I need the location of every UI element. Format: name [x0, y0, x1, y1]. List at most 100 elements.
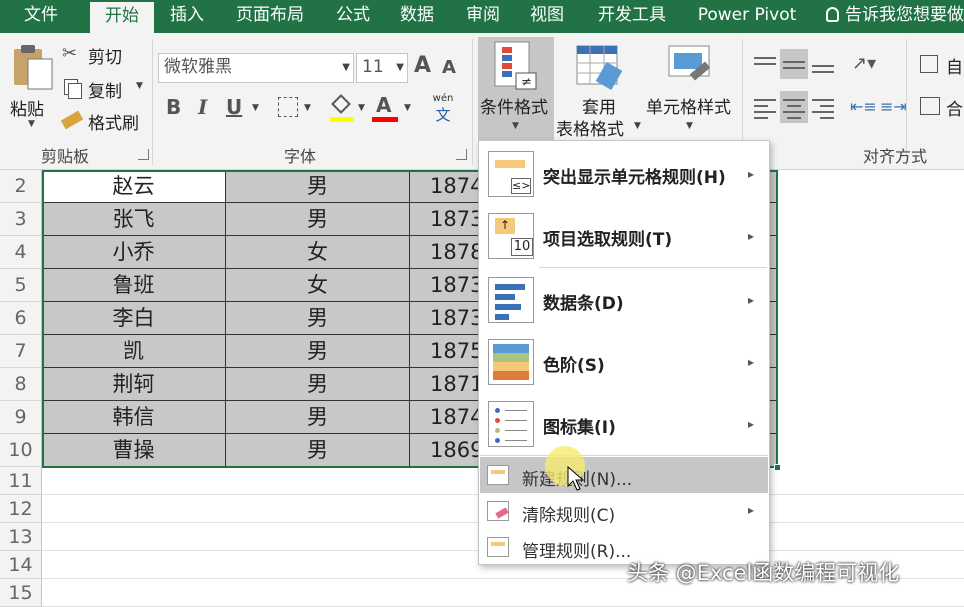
italic-button[interactable]: I — [198, 95, 207, 119]
cell-name[interactable]: 赵云 — [42, 170, 226, 203]
menu-item-highlight-rules[interactable]: ≤> 突出显示单元格规则(H) ▸ — [480, 143, 768, 205]
format-as-table-button[interactable]: 套用 表格格式 ▼ — [556, 41, 642, 141]
cell-name[interactable]: 荆轲 — [42, 368, 226, 401]
menu-item-new-rule[interactable]: 新建规则(N)... — [480, 457, 768, 493]
cell-gender[interactable]: 男 — [226, 302, 410, 335]
underline-dropdown-icon[interactable]: ▼ — [252, 103, 259, 113]
tab-home[interactable]: 开始 — [90, 2, 154, 33]
cell-gender[interactable]: 男 — [226, 335, 410, 368]
tab-file[interactable]: 文件 — [10, 0, 72, 33]
phonetic-pinyin: wén — [432, 93, 454, 104]
align-middle-icon[interactable] — [780, 49, 808, 79]
tab-insert[interactable]: 插入 — [158, 0, 216, 33]
row-header[interactable]: 2 — [0, 170, 42, 203]
cell-name[interactable]: 鲁班 — [42, 269, 226, 302]
tab-formulas[interactable]: 公式 — [324, 0, 382, 33]
font-name-select[interactable]: 微软雅黑 ▼ — [158, 53, 354, 83]
chevron-right-icon: ▸ — [748, 355, 755, 369]
row-header[interactable]: 3 — [0, 203, 42, 236]
tab-power-pivot[interactable]: Power Pivot — [690, 0, 804, 33]
row-header[interactable]: 7 — [0, 335, 42, 368]
font-size-value: 11 — [362, 57, 384, 77]
format-painter-button[interactable]: 格式刷 — [60, 109, 152, 134]
menu-item-clear-rules[interactable]: 清除规则(C) ▸ — [480, 493, 768, 529]
cell-gender[interactable]: 女 — [226, 269, 410, 302]
cell-gender[interactable]: 男 — [226, 368, 410, 401]
bold-button[interactable]: B — [166, 95, 181, 119]
copy-button[interactable]: 复制 ▼ — [62, 77, 152, 102]
font-launcher-icon[interactable] — [456, 149, 467, 160]
row-header[interactable]: 11 — [0, 467, 42, 495]
conditional-format-button[interactable]: ≠ 条件格式 ▼ — [478, 37, 554, 141]
cut-button[interactable]: ✂ 剪切 — [62, 43, 152, 68]
align-center-icon[interactable] — [780, 91, 808, 123]
row-header[interactable]: 9 — [0, 401, 42, 434]
cell-name[interactable]: 凯 — [42, 335, 226, 368]
shrink-font-button[interactable]: A — [442, 57, 456, 78]
row-header[interactable]: 6 — [0, 302, 42, 335]
row-header[interactable]: 15 — [0, 579, 42, 607]
orientation-icon[interactable]: ↗▾ — [852, 53, 876, 74]
cell-gender[interactable]: 男 — [226, 401, 410, 434]
paint-bucket-icon — [331, 94, 351, 114]
paste-button[interactable]: 粘贴 ▼ — [8, 39, 54, 129]
merge-center-button[interactable]: 合 — [920, 95, 964, 120]
row-header[interactable]: 13 — [0, 523, 42, 551]
phonetic-button[interactable]: wén 文 — [428, 93, 458, 124]
cell-name[interactable]: 韩信 — [42, 401, 226, 434]
menu-item-icon-sets[interactable]: 图标集(I) ▸ — [480, 393, 768, 455]
cell-name[interactable]: 张飞 — [42, 203, 226, 236]
align-right-icon[interactable] — [810, 95, 836, 121]
cell-gender[interactable]: 女 — [226, 236, 410, 269]
font-size-select[interactable]: 11 ▼ — [356, 53, 408, 83]
decrease-indent-icon[interactable]: ⇤≡ — [850, 97, 877, 116]
row-header[interactable]: 5 — [0, 269, 42, 302]
tab-page-layout[interactable]: 页面布局 — [226, 0, 314, 33]
menu-item-data-bars[interactable]: 数据条(D) ▸ — [480, 269, 768, 331]
border-icon[interactable] — [278, 97, 298, 117]
wrap-text-label: 自 — [946, 58, 963, 78]
cell-name[interactable]: 小乔 — [42, 236, 226, 269]
fill-handle[interactable] — [774, 464, 781, 471]
menu-item-color-scales[interactable]: 色阶(S) ▸ — [480, 331, 768, 393]
tell-me-search[interactable]: 告诉我您想要做 — [826, 0, 964, 33]
clipboard-launcher-icon[interactable] — [138, 149, 149, 160]
cell-name[interactable]: 李白 — [42, 302, 226, 335]
menu-item-top-bottom-rules[interactable]: ↑ 10 项目选取规则(T) ▸ — [480, 205, 768, 267]
cell-gender[interactable]: 男 — [226, 434, 410, 467]
wrap-text-button[interactable]: 自 — [920, 53, 964, 78]
font-color-dropdown-icon[interactable]: ▼ — [404, 103, 411, 113]
row-header[interactable]: 14 — [0, 551, 42, 579]
cell-gender[interactable]: 男 — [226, 203, 410, 236]
row-header[interactable]: 8 — [0, 368, 42, 401]
cell-gender[interactable]: 男 — [226, 170, 410, 203]
shrink-font-icon: A — [442, 57, 456, 78]
underline-button[interactable]: U — [226, 95, 242, 119]
align-top-icon[interactable] — [752, 53, 778, 75]
chevron-down-icon: ▼ — [686, 121, 693, 131]
align-bottom-icon[interactable] — [810, 53, 836, 75]
conditional-format-label: 条件格式 — [480, 98, 548, 118]
paste-dropdown-icon[interactable]: ▼ — [28, 119, 35, 129]
tab-data[interactable]: 数据 — [388, 0, 446, 33]
row-header[interactable]: 10 — [0, 434, 42, 467]
increase-indent-icon[interactable]: ≡⇥ — [880, 97, 907, 116]
fill-color-button[interactable] — [330, 94, 356, 123]
align-left-icon[interactable] — [752, 95, 778, 121]
row-header[interactable]: 12 — [0, 495, 42, 523]
font-color-button[interactable]: A — [372, 93, 400, 123]
chevron-right-icon: ▸ — [748, 167, 755, 181]
tab-developer[interactable]: 开发工具 — [586, 0, 678, 33]
tab-view[interactable]: 视图 — [518, 0, 576, 33]
border-dropdown-icon[interactable]: ▼ — [304, 103, 311, 113]
copy-dropdown-icon[interactable]: ▼ — [136, 81, 143, 91]
tab-review[interactable]: 审阅 — [454, 0, 512, 33]
manage-rules-icon — [487, 537, 509, 557]
cell-name[interactable]: 曹操 — [42, 434, 226, 467]
fill-dropdown-icon[interactable]: ▼ — [358, 103, 365, 113]
eraser-icon — [487, 501, 509, 521]
row-header[interactable]: 4 — [0, 236, 42, 269]
cell-styles-button[interactable]: 单元格样式 ▼ — [644, 41, 738, 141]
chevron-right-icon: ▸ — [748, 417, 755, 431]
grow-font-button[interactable]: A — [414, 53, 431, 78]
